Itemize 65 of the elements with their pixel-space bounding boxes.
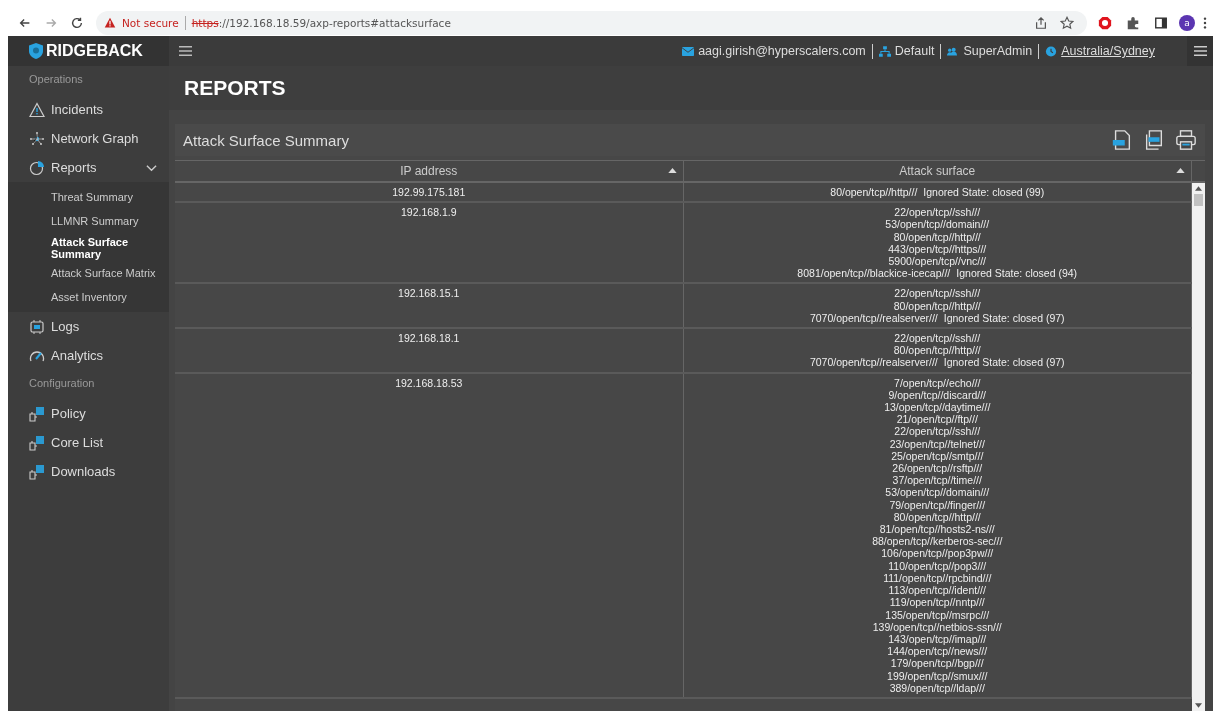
url-text: https://192.168.18.59/axp-reports#attacksurface	[191, 17, 451, 29]
envelope-icon	[682, 45, 695, 57]
table-cell: 192.99.175.181	[175, 183, 684, 202]
menu-icon[interactable]	[1203, 16, 1207, 30]
sidebar-item[interactable]: Logs	[8, 312, 169, 341]
sidebar-item[interactable]: Policy	[8, 399, 169, 428]
role-label: SuperAdmin	[963, 44, 1033, 58]
share-icon[interactable]	[1034, 16, 1048, 30]
scroll-down-icon[interactable]	[1195, 703, 1202, 708]
users-icon	[947, 45, 960, 57]
back-icon[interactable]	[18, 16, 32, 30]
sidebar-section-label: Operations	[28, 72, 84, 87]
csv-export-icon[interactable]	[1143, 129, 1165, 151]
sidebar-subitem[interactable]: LLMNR Summary	[8, 210, 169, 234]
print-icon[interactable]	[1175, 129, 1197, 151]
warning-icon	[104, 17, 116, 29]
sidebar-subitem[interactable]: Threat Summary	[8, 186, 169, 210]
side-panel-icon[interactable]	[1154, 16, 1168, 30]
shield-icon	[28, 42, 44, 60]
sidebar-item[interactable]: Network Graph	[8, 124, 169, 153]
sidebar-item[interactable]: Reports	[8, 153, 169, 182]
profile-avatar[interactable]: a	[1179, 15, 1195, 31]
star-icon[interactable]	[1060, 16, 1074, 30]
sort-icon[interactable]	[667, 168, 677, 173]
network-icon	[878, 45, 891, 57]
puzzle-icon	[29, 463, 45, 480]
table-cell: 192.168.18.1	[175, 329, 684, 372]
scroll-up-icon[interactable]	[1195, 186, 1202, 191]
sidebar-section-label: Configuration	[28, 376, 96, 391]
chevron-icon[interactable]	[146, 163, 157, 172]
puzzle-icon	[29, 434, 45, 451]
pie-chart-icon	[29, 159, 45, 176]
reload-icon[interactable]	[70, 16, 84, 30]
sidebar-subitem[interactable]: Asset Inventory	[8, 286, 169, 310]
table-cell: 192.168.15.1	[175, 284, 684, 328]
puzzle-icon[interactable]	[1126, 16, 1140, 30]
puzzle-icon	[29, 405, 45, 422]
sidebar-item[interactable]: Core List	[8, 428, 169, 457]
page-title: REPORTS	[184, 76, 286, 100]
logs-icon	[29, 318, 45, 335]
sidebar-subitem[interactable]: Attack Surface Matrix	[8, 262, 169, 286]
network-graph-icon	[29, 130, 45, 147]
pdf-export-icon[interactable]	[1111, 129, 1133, 151]
table-cell: 192.168.18.53	[175, 373, 684, 697]
timezone-link[interactable]: Australia/Sydney	[1061, 44, 1155, 58]
scrollbar[interactable]	[1192, 183, 1205, 711]
sort-icon[interactable]	[1176, 168, 1185, 173]
address-bar[interactable]: Not secure https://192.168.18.59/axp-reports#attacksurface	[96, 11, 1087, 35]
menu-icon[interactable]	[1193, 45, 1207, 57]
sidebar-subitem[interactable]: Attack Surface Summary	[8, 234, 169, 262]
sidebar-item[interactable]: Downloads	[8, 457, 169, 486]
column-header[interactable]: Attack surface	[683, 161, 1192, 181]
tenant-label: Default	[894, 44, 935, 58]
scroll-thumb[interactable]	[1194, 194, 1203, 206]
menu-icon[interactable]	[179, 45, 192, 57]
stop-sign-icon[interactable]	[1098, 16, 1112, 30]
column-header[interactable]: IP address	[175, 161, 684, 181]
panel-title: Attack Surface Summary	[183, 131, 349, 149]
sidebar-item[interactable]: Analytics	[8, 341, 169, 370]
table-cell: 192.168.1.9	[175, 203, 684, 283]
clock-icon	[1045, 45, 1058, 57]
user-email: aagi.girish@hyperscalers.com	[698, 44, 866, 58]
security-label: Not secure	[122, 17, 179, 29]
sidebar-item[interactable]: Incidents	[8, 95, 169, 124]
warning-icon	[29, 101, 45, 118]
